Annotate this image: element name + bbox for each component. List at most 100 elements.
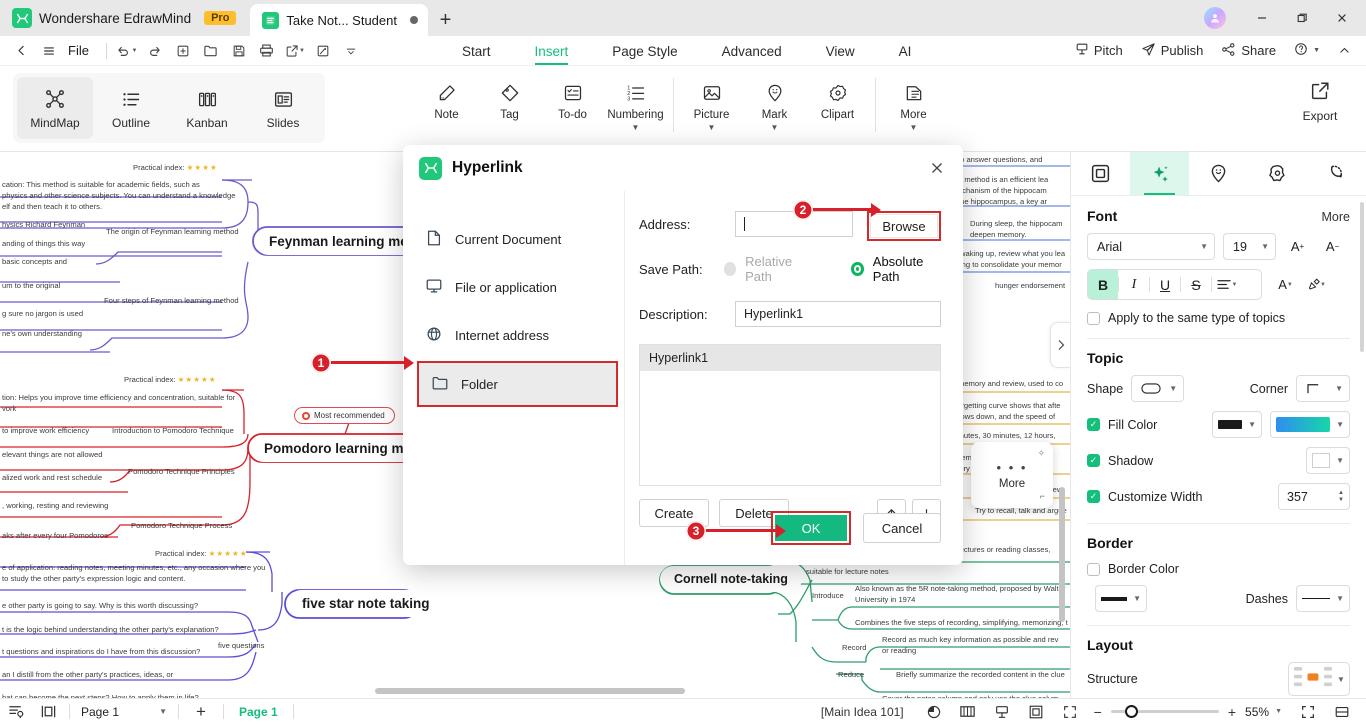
insert-clipart-button[interactable]: Clipart <box>806 72 869 121</box>
fill-color-swatch[interactable]: ▼ <box>1212 411 1262 438</box>
view-mode-outline[interactable]: Outline <box>93 77 169 139</box>
zoom-caret-icon[interactable]: ▼ <box>1275 708 1282 715</box>
file-menu-button[interactable]: File <box>64 43 99 58</box>
italic-button[interactable]: I <box>1119 270 1149 299</box>
link-type-internet-address[interactable]: Internet address <box>403 313 624 357</box>
document-tab[interactable]: Take Not... Student <box>250 4 429 36</box>
redo-icon[interactable] <box>142 39 168 63</box>
split-view-icon[interactable] <box>1326 699 1358 724</box>
insert-picture-button[interactable]: Picture ▼ <box>680 72 743 132</box>
save-icon[interactable] <box>226 39 252 63</box>
canvas-collapse-tab[interactable] <box>1050 322 1070 368</box>
zoom-out-button[interactable]: − <box>1094 704 1102 720</box>
text-color-icon[interactable]: A ▼ <box>1272 271 1299 298</box>
pitch-view-icon[interactable] <box>986 699 1018 724</box>
customize-width-checkbox[interactable]: ✓ <box>1087 490 1100 503</box>
insert-note-button[interactable]: Note <box>415 72 478 121</box>
bold-button[interactable]: B <box>1088 270 1118 299</box>
align-icon[interactable]: ▼ <box>1212 270 1242 299</box>
link-type-file-or-application[interactable]: File or application <box>403 265 624 309</box>
decrease-font-icon[interactable]: A − <box>1319 233 1346 260</box>
fit-frame-icon[interactable] <box>1020 699 1052 724</box>
apply-same-type-row[interactable]: Apply to the same type of topics <box>1087 311 1350 325</box>
absolute-path-option[interactable]: Absolute Path <box>851 254 941 284</box>
panel-tab-style[interactable] <box>1130 152 1189 195</box>
panel-tab-history[interactable] <box>1307 152 1366 195</box>
zoom-in-button[interactable]: + <box>1228 704 1236 720</box>
export-share-icon[interactable]: ▼ <box>282 39 308 63</box>
strikethrough-button[interactable]: S <box>1181 270 1211 299</box>
view-mode-slides[interactable]: Slides <box>245 77 321 139</box>
page-select[interactable]: Page 1 ▼ <box>75 701 173 723</box>
fill-color-checkbox[interactable]: ✓ <box>1087 418 1100 431</box>
description-input[interactable]: Hyperlink1 <box>735 301 941 327</box>
minimize-button[interactable] <box>1242 0 1282 36</box>
font-size-select[interactable]: 19 ▼ <box>1223 233 1276 260</box>
floating-more-menu[interactable]: ✧ • • • More ⌐ <box>971 442 1053 508</box>
pitch-button[interactable]: Pitch <box>1068 38 1130 64</box>
new-tab-button[interactable]: + <box>428 4 462 36</box>
print-icon[interactable] <box>254 39 280 63</box>
canvas-vertical-scrollbar[interactable] <box>1059 487 1065 622</box>
browse-button[interactable]: Browse <box>870 214 938 238</box>
list-item[interactable]: Hyperlink1 <box>640 345 940 371</box>
book-view-icon[interactable] <box>952 699 984 724</box>
underline-button[interactable]: U <box>1150 270 1180 299</box>
panel-tab-clipart[interactable] <box>1248 152 1307 195</box>
corner-select[interactable]: ▼ <box>1296 375 1350 402</box>
fill-gradient-swatch[interactable]: ▼ <box>1270 411 1350 438</box>
customize-width-stepper[interactable]: 357 ▲ ▼ <box>1278 483 1350 510</box>
hyperlink-list[interactable]: Hyperlink1 <box>639 344 941 486</box>
link-type-folder[interactable]: Folder <box>417 361 618 407</box>
tab-start[interactable]: Start <box>440 36 513 66</box>
insert-numbering-button[interactable]: 123 Numbering ▼ <box>604 72 667 132</box>
open-icon[interactable] <box>198 39 224 63</box>
dashes-select[interactable]: ▼ <box>1296 585 1350 612</box>
active-page-tab[interactable]: Page 1 <box>229 705 288 719</box>
chevron-down-icon[interactable]: ▼ <box>910 124 918 132</box>
chevron-down-icon[interactable]: ▼ <box>771 124 779 132</box>
add-page-button[interactable]: + <box>184 699 218 724</box>
link-type-current-document[interactable]: Current Document <box>403 217 624 261</box>
zoom-slider-handle[interactable] <box>1124 705 1138 718</box>
export-button[interactable]: Export <box>1288 78 1352 123</box>
maximize-button[interactable] <box>1282 0 1322 36</box>
fit-screen-icon[interactable] <box>1292 699 1324 724</box>
hamburger-icon[interactable] <box>36 39 62 63</box>
insert-more-button[interactable]: More ▼ <box>882 72 945 132</box>
insert-tag-button[interactable]: Tag <box>478 72 541 121</box>
user-avatar-icon[interactable] <box>1204 7 1226 29</box>
help-button[interactable]: ▼ <box>1287 38 1327 64</box>
weight-select[interactable]: ▼ <box>1095 585 1147 612</box>
tab-view[interactable]: View <box>804 36 877 66</box>
stepper-arrows-icon[interactable]: ▲ ▼ <box>1338 490 1349 504</box>
topic-node-cornell[interactable]: Cornell note-taking <box>660 566 802 592</box>
view-mode-mindmap[interactable]: MindMap <box>17 77 93 139</box>
collapse-ribbon-button[interactable] <box>1331 38 1358 64</box>
panel-scrollbar[interactable] <box>1360 202 1364 352</box>
tab-page-style[interactable]: Page Style <box>590 36 699 66</box>
border-color-checkbox[interactable] <box>1087 562 1100 576</box>
share-button[interactable]: Share <box>1214 38 1283 64</box>
more-chevron-icon[interactable] <box>338 39 364 63</box>
undo-icon[interactable]: ▼ <box>114 39 140 63</box>
tab-advanced[interactable]: Advanced <box>700 36 804 66</box>
view-mode-kanban[interactable]: Kanban <box>169 77 245 139</box>
tab-ai[interactable]: AI <box>877 36 934 66</box>
shadow-swatch[interactable]: ▼ <box>1306 447 1350 474</box>
zoom-slider[interactable] <box>1110 705 1219 718</box>
border-color-row[interactable]: Border Color <box>1087 562 1350 576</box>
chevron-down-icon[interactable]: ▼ <box>632 124 640 132</box>
insert-mark-button[interactable]: Mark ▼ <box>743 72 806 132</box>
increase-font-icon[interactable]: A + <box>1284 233 1311 260</box>
highlight-icon[interactable]: ▼ <box>1303 271 1330 298</box>
fullscreen-icon[interactable] <box>1054 699 1086 724</box>
outline-view-icon[interactable] <box>0 699 32 724</box>
cancel-button[interactable]: Cancel <box>863 513 941 543</box>
dialog-close-button[interactable] <box>923 154 951 182</box>
resize-icon[interactable]: ⌐ <box>1040 491 1045 501</box>
new-icon[interactable] <box>170 39 196 63</box>
mouse-mode-icon[interactable] <box>918 699 950 724</box>
back-chevron-icon[interactable] <box>8 39 34 63</box>
shadow-checkbox[interactable]: ✓ <box>1087 454 1100 467</box>
